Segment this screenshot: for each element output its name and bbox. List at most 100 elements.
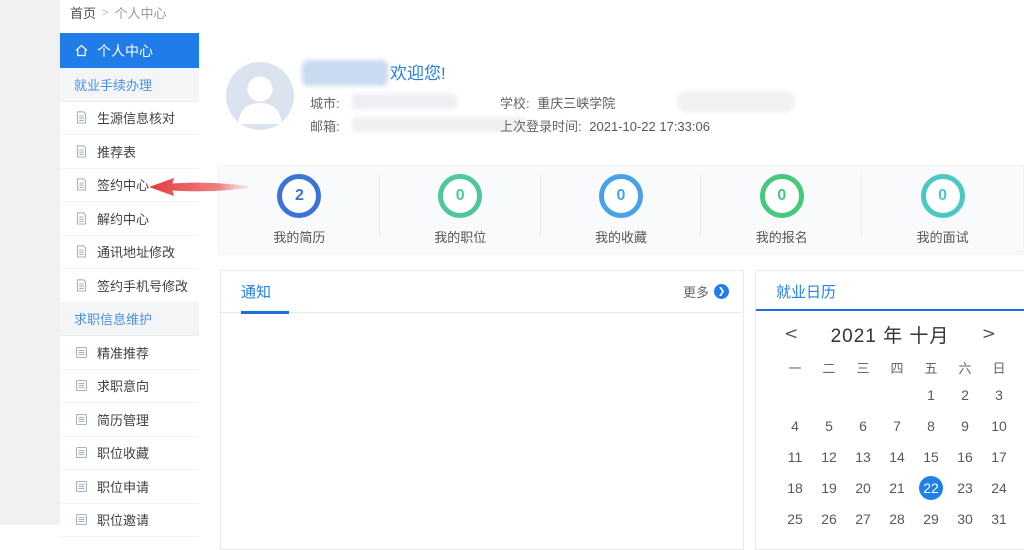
calendar-day[interactable]: 14 bbox=[880, 441, 914, 472]
calendar-day[interactable]: 8 bbox=[914, 410, 948, 441]
calendar-day[interactable]: 29 bbox=[914, 503, 948, 534]
sidebar-section-job-info-maintenance: 求职信息维护 bbox=[60, 302, 199, 336]
sidebar-item-label: 职位收藏 bbox=[97, 446, 150, 462]
list-icon bbox=[74, 412, 89, 427]
sidebar-item-label: 推荐表 bbox=[97, 144, 137, 160]
sidebar-item-signing-center[interactable]: 签约中心 bbox=[60, 169, 199, 202]
calendar-day bbox=[880, 379, 914, 410]
stat-circle: 0 bbox=[598, 174, 643, 218]
calendar-day[interactable]: 3 bbox=[982, 379, 1016, 410]
city-label: 城市: bbox=[310, 96, 340, 111]
breadcrumb-separator: > bbox=[102, 6, 109, 19]
sidebar-item-label: 生源信息核对 bbox=[97, 111, 176, 127]
calendar-panel-header: 就业日历 bbox=[756, 271, 1024, 311]
calendar-day[interactable]: 6 bbox=[846, 410, 880, 441]
calendar-title: 就业日历 bbox=[776, 283, 837, 301]
calendar-day[interactable]: 7 bbox=[880, 410, 914, 441]
sidebar-item-label: 个人中心 bbox=[97, 42, 153, 59]
calendar-day[interactable]: 28 bbox=[880, 503, 914, 534]
breadcrumb-current: 个人中心 bbox=[114, 6, 167, 21]
email-label: 邮箱: bbox=[310, 119, 340, 134]
calendar-day[interactable]: 25 bbox=[778, 503, 812, 534]
calendar-grid: 1 2 3 4 5 6 7 8 9 10 11 12 13 14 15 16 1… bbox=[778, 379, 1024, 534]
welcome-greeting: 欢迎您! bbox=[390, 64, 446, 83]
calendar-day[interactable]: 2 bbox=[948, 379, 982, 410]
employment-calendar-panel: 就业日历 < 2021 年 十月 > 一 二 三 四 五 六 日 1 2 3 4… bbox=[755, 270, 1024, 550]
notice-more-link[interactable]: 更多 ❯ bbox=[683, 271, 729, 312]
calendar-day[interactable]: 11 bbox=[778, 441, 812, 472]
last-login-field: 上次登录时间: 2021-10-22 17:33:06 bbox=[500, 116, 710, 135]
sidebar-item-job-application[interactable]: 职位申请 bbox=[60, 470, 199, 504]
calendar-day bbox=[812, 379, 846, 410]
chevron-left-icon[interactable]: < bbox=[784, 325, 798, 343]
calendar-day[interactable]: 5 bbox=[812, 410, 846, 441]
calendar-title-underline bbox=[756, 309, 1024, 311]
notice-panel: 通知 更多 ❯ bbox=[220, 270, 744, 550]
stat-my-positions[interactable]: 0 我的职位 bbox=[380, 174, 541, 246]
sidebar-item-address-change[interactable]: 通讯地址修改 bbox=[60, 236, 199, 269]
calendar-day[interactable]: 12 bbox=[812, 441, 846, 472]
page-left-margin bbox=[0, 0, 60, 525]
stat-my-interviews[interactable]: 0 我的面试 bbox=[862, 174, 1023, 246]
calendar-day bbox=[778, 379, 812, 410]
calendar-day[interactable]: 17 bbox=[982, 441, 1016, 472]
sidebar-item-job-intention[interactable]: 求职意向 bbox=[60, 370, 199, 403]
stat-label: 我的职位 bbox=[434, 230, 487, 245]
stat-my-favorites[interactable]: 0 我的收藏 bbox=[541, 174, 702, 246]
calendar-day[interactable]: 26 bbox=[812, 503, 846, 534]
calendar-day[interactable]: 19 bbox=[812, 472, 846, 503]
stat-label: 我的报名 bbox=[755, 230, 808, 245]
sidebar-item-resume-management[interactable]: 简历管理 bbox=[60, 403, 199, 437]
list-icon bbox=[74, 512, 89, 527]
more-label: 更多 bbox=[682, 285, 709, 300]
breadcrumb-home-link[interactable]: 首页 bbox=[70, 3, 96, 22]
stat-my-resumes[interactable]: 2 我的简历 bbox=[219, 174, 380, 246]
calendar-day[interactable]: 15 bbox=[914, 441, 948, 472]
calendar-day[interactable]: 10 bbox=[982, 410, 1016, 441]
sidebar-section-label: 就业手续办理 bbox=[74, 77, 153, 93]
stat-my-registrations[interactable]: 0 我的报名 bbox=[701, 174, 862, 246]
stat-circle: 0 bbox=[920, 174, 965, 218]
calendar-day[interactable]: 21 bbox=[880, 472, 914, 503]
calendar-day[interactable]: 4 bbox=[778, 410, 812, 441]
stat-label: 我的收藏 bbox=[594, 230, 647, 245]
stats-card: 2 我的简历 0 我的职位 0 我的收藏 0 我的报名 0 我的面试 bbox=[218, 165, 1024, 255]
calendar-day[interactable]: 27 bbox=[846, 503, 880, 534]
sidebar-item-job-favorites[interactable]: 职位收藏 bbox=[60, 437, 199, 470]
notice-tab[interactable]: 通知 bbox=[241, 281, 271, 302]
calendar-day[interactable]: 31 bbox=[982, 503, 1016, 534]
calendar-weekday-row: 一 二 三 四 五 六 日 bbox=[778, 355, 1024, 379]
sidebar-item-job-invitation[interactable]: 职位邀请 bbox=[60, 504, 199, 537]
calendar-day[interactable]: 13 bbox=[846, 441, 880, 472]
calendar-day[interactable]: 30 bbox=[948, 503, 982, 534]
sidebar-item-personal-center[interactable]: 个人中心 bbox=[60, 33, 199, 68]
calendar-day[interactable]: 18 bbox=[778, 472, 812, 503]
document-icon bbox=[74, 110, 89, 125]
stat-value: 0 bbox=[777, 187, 787, 204]
notice-panel-header: 通知 更多 ❯ bbox=[221, 271, 743, 314]
calendar-day[interactable]: 16 bbox=[948, 441, 982, 472]
sidebar-item-termination-center[interactable]: 解约中心 bbox=[60, 202, 199, 236]
list-icon bbox=[74, 479, 89, 494]
chevron-right-icon[interactable]: > bbox=[982, 325, 996, 343]
calendar-day[interactable]: 1 bbox=[914, 379, 948, 410]
calendar-day-selected[interactable]: 22 bbox=[914, 472, 948, 503]
list-icon bbox=[74, 345, 89, 360]
calendar-day[interactable]: 20 bbox=[846, 472, 880, 503]
calendar-day bbox=[846, 379, 880, 410]
calendar-nav: < 2021 年 十月 > bbox=[756, 319, 1024, 349]
calendar-day[interactable]: 23 bbox=[948, 472, 982, 503]
avatar bbox=[226, 62, 294, 130]
sidebar-item-phone-change[interactable]: 签约手机号修改 bbox=[60, 269, 199, 303]
list-icon bbox=[74, 378, 89, 393]
calendar-day[interactable]: 9 bbox=[948, 410, 982, 441]
stat-value: 0 bbox=[616, 187, 626, 204]
home-icon bbox=[74, 43, 89, 58]
sidebar-item-recommendation-form[interactable]: 推荐表 bbox=[60, 135, 199, 169]
calendar-day[interactable]: 24 bbox=[982, 472, 1016, 503]
sidebar: 个人中心 就业手续办理 生源信息核对 推荐表 签约中心 解约中心 通讯地址修改 bbox=[60, 33, 199, 537]
calendar-month-label: 2021 年 十月 bbox=[830, 325, 950, 347]
sidebar-item-source-info-check[interactable]: 生源信息核对 bbox=[60, 102, 199, 135]
sidebar-item-precise-recommendation[interactable]: 精准推荐 bbox=[60, 336, 199, 370]
redacted-user-name bbox=[302, 60, 388, 86]
